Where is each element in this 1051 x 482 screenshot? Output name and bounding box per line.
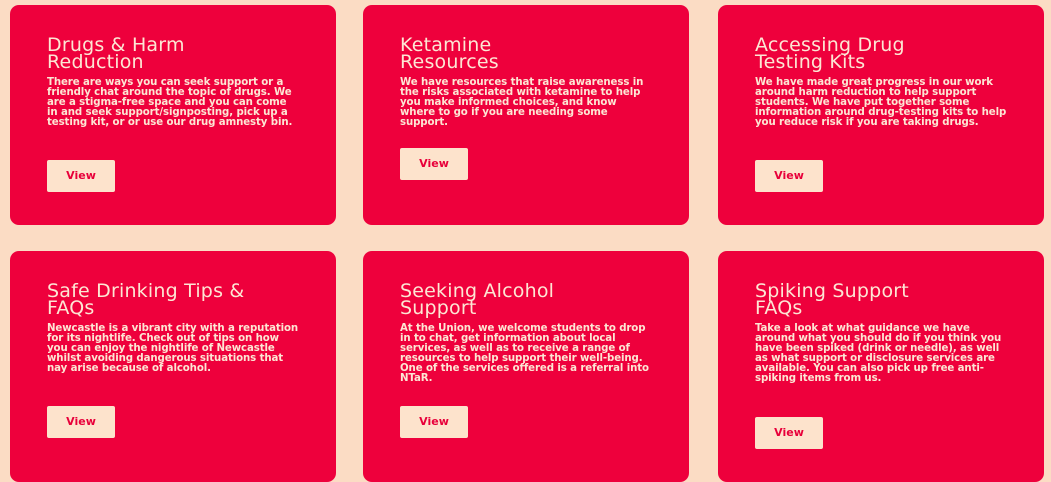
card-title: Safe Drinking Tips & FAQs: [47, 280, 245, 319]
card-spiking-support-faqs: Spiking Support FAQs Take a look at what…: [718, 251, 1044, 482]
card-title: Ketamine Resources: [400, 34, 499, 73]
card-description: We have resources that raise awareness i…: [400, 77, 644, 128]
view-button[interactable]: View: [47, 160, 115, 192]
resource-card-grid: Drugs & Harm Reduction There are ways yo…: [0, 0, 1051, 482]
card-safe-drinking-tips: Safe Drinking Tips & FAQs Newcastle is a…: [10, 251, 336, 482]
card-ketamine-resources: Ketamine Resources We have resources tha…: [363, 5, 689, 225]
view-button[interactable]: View: [755, 160, 823, 192]
view-button[interactable]: View: [755, 417, 823, 449]
view-button[interactable]: View: [400, 406, 468, 438]
card-title: Drugs & Harm Reduction: [47, 34, 185, 73]
card-seeking-alcohol-support: Seeking Alcohol Support At the Union, we…: [363, 251, 689, 482]
view-button[interactable]: View: [400, 148, 468, 180]
view-button[interactable]: View: [47, 406, 115, 438]
card-description: We have made great progress in our work …: [755, 77, 1007, 128]
card-description: Newcastle is a vibrant city with a reput…: [47, 323, 299, 374]
card-accessing-drug-testing-kits: Accessing Drug Testing Kits We have made…: [718, 5, 1044, 225]
card-title: Spiking Support FAQs: [755, 280, 909, 319]
card-description: There are ways you can seek support or a…: [47, 77, 293, 128]
card-description: Take a look at what guidance we have aro…: [755, 323, 1002, 384]
card-title: Accessing Drug Testing Kits: [755, 34, 905, 73]
card-description: At the Union, we welcome students to dro…: [400, 323, 649, 384]
card-title: Seeking Alcohol Support: [400, 280, 555, 319]
card-drugs-harm-reduction: Drugs & Harm Reduction There are ways yo…: [10, 5, 336, 225]
